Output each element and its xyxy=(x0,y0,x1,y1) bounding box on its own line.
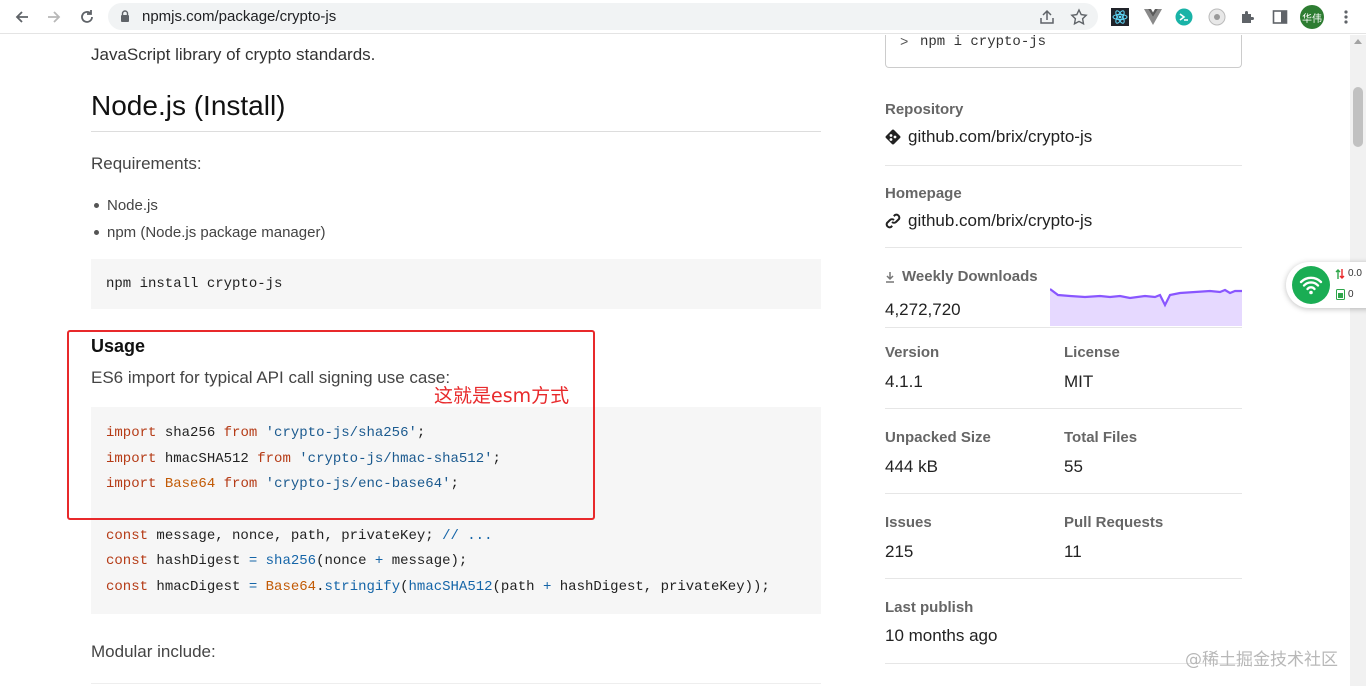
profile-avatar-label: 华伟 xyxy=(1300,5,1324,29)
annotation-highlight-box xyxy=(67,330,595,520)
watermark: @稀土掘金技术社区 xyxy=(1185,650,1338,670)
last-publish-value: 10 months ago xyxy=(885,626,998,645)
share-icon[interactable] xyxy=(1038,8,1056,26)
code-line: const hashDigest = sha256(nonce + messag… xyxy=(106,553,468,570)
bookmark-star-icon[interactable] xyxy=(1070,8,1088,26)
lock-icon xyxy=(121,10,129,22)
divider xyxy=(91,683,821,684)
install-command-box[interactable]: > npm i crypto-js xyxy=(885,35,1242,68)
divider xyxy=(885,408,1242,409)
url-text: npmjs.com/package/crypto-js xyxy=(142,8,337,25)
requirements-label: Requirements: xyxy=(91,154,202,173)
divider xyxy=(885,165,1242,166)
arrow-left-icon xyxy=(15,11,28,23)
annotation-text: 这就是esm方式 xyxy=(434,385,570,407)
scroll-up-arrow-icon[interactable] xyxy=(1354,39,1362,44)
extension-react-icon[interactable] xyxy=(1110,7,1130,27)
install-code: npm install crypto-js xyxy=(106,276,283,292)
address-bar[interactable]: npmjs.com/package/crypto-js xyxy=(108,3,1098,30)
homepage-link-text: github.com/brix/crypto-js xyxy=(908,211,1093,230)
reload-button[interactable] xyxy=(75,5,99,29)
divider xyxy=(885,578,1242,579)
reload-icon xyxy=(81,10,93,23)
install-heading: Node.js (Install) xyxy=(91,90,286,121)
weekly-downloads-count: 4,272,720 xyxy=(885,300,961,319)
prompt-icon: > xyxy=(900,35,909,51)
weekly-downloads-sparkline xyxy=(1050,288,1242,326)
total-files-value: 55 xyxy=(1064,457,1083,476)
issues-label: Issues xyxy=(885,514,932,531)
weekly-downloads-label: Weekly Downloads xyxy=(902,268,1038,285)
issues-value[interactable]: 215 xyxy=(885,542,913,562)
scrollbar-thumb[interactable] xyxy=(1353,87,1363,147)
repository-link-text: github.com/brix/crypto-js xyxy=(908,127,1093,146)
heading-divider xyxy=(91,131,821,132)
list-item: npm (Node.js package manager) xyxy=(91,222,325,249)
total-files-label: Total Files xyxy=(1064,429,1138,446)
license-value: MIT xyxy=(1064,372,1094,391)
repository-link[interactable]: github.com/brix/crypto-js xyxy=(885,127,1092,147)
divider xyxy=(885,327,1242,328)
pull-requests-value[interactable]: 11 xyxy=(1064,542,1082,562)
requirements-list: Node.js npm (Node.js package manager) xyxy=(91,195,325,249)
profile-avatar[interactable]: 华伟 xyxy=(1300,5,1324,29)
link-icon xyxy=(885,213,901,229)
git-icon xyxy=(885,129,901,145)
chrome-menu-icon[interactable] xyxy=(1336,7,1356,27)
extension-teal-icon[interactable] xyxy=(1174,7,1194,27)
battery-icon xyxy=(1336,289,1345,300)
homepage-label: Homepage xyxy=(885,185,962,202)
unpacked-size-value: 444 kB xyxy=(885,457,938,476)
divider xyxy=(885,493,1242,494)
install-command: npm i crypto-js xyxy=(920,35,1047,50)
sparkline-area xyxy=(1050,289,1242,326)
list-item: Node.js xyxy=(91,195,325,222)
version-value: 4.1.1 xyxy=(885,372,923,391)
upload-speed: 0.0 xyxy=(1348,268,1362,279)
download-icon xyxy=(886,271,894,283)
browser-toolbar: npmjs.com/package/crypto-js 华伟 xyxy=(0,0,1366,34)
license-label: License xyxy=(1064,344,1120,361)
extension-gray-icon[interactable] xyxy=(1207,7,1227,27)
install-code-block: npm install crypto-js xyxy=(91,259,821,309)
network-speed-widget[interactable]: 0.0 0 xyxy=(1286,262,1366,308)
divider xyxy=(885,247,1242,248)
version-label: Version xyxy=(885,344,940,361)
arrow-right-icon xyxy=(48,11,61,23)
page-content: JavaScript library of crypto standards. … xyxy=(0,35,1350,686)
unpacked-size-label: Unpacked Size xyxy=(885,429,991,446)
modular-include-label: Modular include: xyxy=(91,642,216,661)
transfer-arrows-icon xyxy=(1335,269,1345,279)
download-speed: 0 xyxy=(1348,289,1354,300)
weekly-downloads-header: Weekly Downloads xyxy=(885,268,1038,285)
last-publish-label: Last publish xyxy=(885,599,974,616)
code-line: const hmacDigest = Base64.stringify(hmac… xyxy=(106,579,770,596)
repository-label: Repository xyxy=(885,101,964,118)
side-panel-icon[interactable] xyxy=(1270,7,1290,27)
back-button[interactable] xyxy=(10,5,34,29)
extensions-puzzle-icon[interactable] xyxy=(1238,7,1258,27)
wifi-icon xyxy=(1292,266,1330,304)
pull-requests-label: Pull Requests xyxy=(1064,514,1164,531)
code-line: const message, nonce, path, privateKey; … xyxy=(106,527,493,544)
forward-button[interactable] xyxy=(42,5,66,29)
extension-vue-icon[interactable] xyxy=(1143,7,1163,27)
package-description: JavaScript library of crypto standards. xyxy=(91,45,376,64)
page-scrollbar[interactable] xyxy=(1350,35,1366,686)
homepage-link[interactable]: github.com/brix/crypto-js xyxy=(885,211,1092,231)
